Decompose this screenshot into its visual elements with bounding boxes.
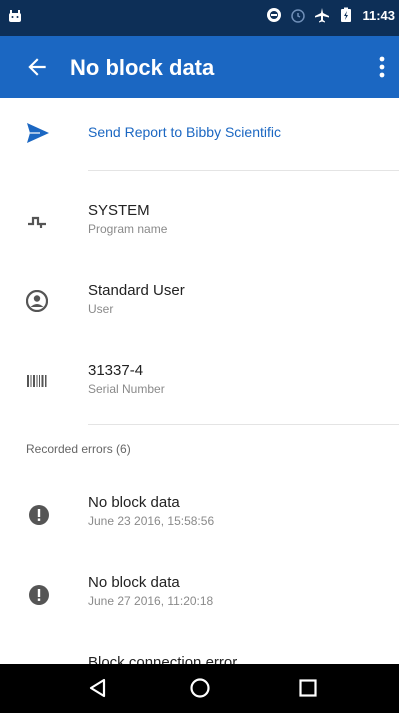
error-timestamp: June 27 2016, 11:20:18 xyxy=(88,594,214,608)
sync-icon xyxy=(267,8,282,22)
more-vert-icon[interactable] xyxy=(373,52,391,82)
program-name-label: Program name xyxy=(88,222,168,236)
system-nav-bar xyxy=(0,664,399,713)
back-triangle-icon[interactable] xyxy=(86,676,110,700)
alert-circle-icon xyxy=(29,585,49,605)
program-name-value: SYSTEM xyxy=(88,202,150,219)
error-list-item[interactable]: Block connection error xyxy=(0,654,399,664)
error-title: No block data xyxy=(88,574,180,591)
alert-circle-icon xyxy=(29,505,49,525)
detail-content: Send Report to Bibby Scientific SYSTEM P… xyxy=(0,98,399,664)
arrow-left-icon[interactable] xyxy=(24,54,50,80)
send-report-label: Send Report to Bibby Scientific xyxy=(88,124,281,140)
recorded-errors-header: Recorded errors (6) xyxy=(26,442,131,456)
error-title: Block connection error xyxy=(88,654,238,664)
send-report-button[interactable]: Send Report to Bibby Scientific xyxy=(0,104,399,160)
barcode-icon xyxy=(27,375,47,387)
error-list-item[interactable]: No block data June 27 2016, 11:20:18 xyxy=(0,574,399,634)
status-bar: 11:43 xyxy=(0,0,399,36)
serial-number-label: Serial Number xyxy=(88,382,165,396)
serial-number-value: 31337-4 xyxy=(88,362,144,379)
error-title: No block data xyxy=(88,494,180,511)
divider xyxy=(88,424,399,425)
airplane-icon xyxy=(315,8,330,23)
user-label: User xyxy=(88,302,114,316)
app-bar: No block data xyxy=(0,36,399,98)
send-icon xyxy=(27,123,49,143)
status-time: 11:43 xyxy=(362,7,395,23)
info-row-program: SYSTEM Program name xyxy=(0,196,399,256)
account-icon xyxy=(26,290,48,312)
error-timestamp: June 23 2016, 15:58:56 xyxy=(88,514,215,528)
battery-icon xyxy=(341,7,352,22)
info-row-user: Standard User User xyxy=(0,276,399,336)
alarm-icon xyxy=(291,9,306,23)
error-list-item[interactable]: No block data June 23 2016, 15:58:56 xyxy=(0,494,399,554)
android-icon xyxy=(9,10,21,22)
divider xyxy=(88,170,399,171)
program-icon xyxy=(28,216,46,228)
home-circle-icon[interactable] xyxy=(188,676,212,700)
info-row-serial: 31337-4 Serial Number xyxy=(0,356,399,416)
page-title: No block data xyxy=(70,55,215,80)
status-icons: 11:43 xyxy=(266,7,395,23)
recents-square-icon[interactable] xyxy=(296,676,320,700)
user-value: Standard User xyxy=(88,282,185,299)
